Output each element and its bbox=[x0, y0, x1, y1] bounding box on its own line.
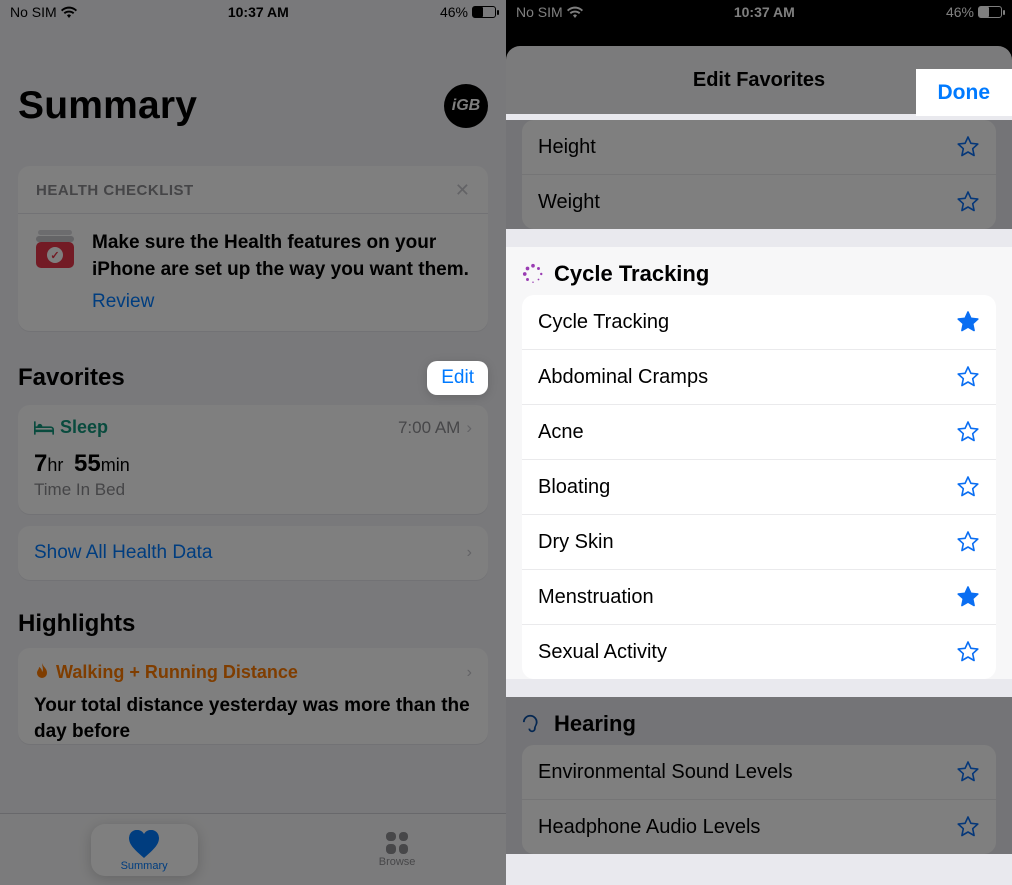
favorite-star-icon[interactable] bbox=[956, 530, 980, 554]
cycle-label: Cycle Tracking bbox=[538, 311, 669, 334]
cycle-label: Acne bbox=[538, 421, 584, 444]
wifi-icon bbox=[567, 6, 583, 18]
chevron-right-icon: › bbox=[467, 544, 472, 562]
sleep-timestamp: 7:00 AM bbox=[398, 418, 460, 438]
health-checklist-text: Make sure the Health features on your iP… bbox=[92, 230, 470, 283]
tab-summary[interactable]: Summary bbox=[91, 824, 198, 876]
favorite-star-icon[interactable] bbox=[956, 310, 980, 334]
bed-icon bbox=[34, 421, 54, 435]
tab-browse[interactable]: Browse bbox=[379, 832, 416, 868]
cycle-row[interactable]: Bloating bbox=[522, 460, 996, 515]
favorites-title: Favorites bbox=[18, 364, 125, 392]
tab-bar: Summary Browse bbox=[0, 813, 506, 885]
cycle-label: Bloating bbox=[538, 476, 610, 499]
cycle-label: Abdominal Cramps bbox=[538, 366, 708, 389]
cycle-label: Sexual Activity bbox=[538, 641, 667, 664]
sleep-label: Sleep bbox=[34, 417, 108, 438]
favorite-star-icon[interactable] bbox=[956, 365, 980, 389]
favorite-star-icon[interactable] bbox=[956, 640, 980, 664]
sleep-duration: 7hr 55min bbox=[34, 450, 472, 478]
battery-icon bbox=[978, 6, 1002, 18]
heart-icon bbox=[129, 830, 159, 858]
status-bar: No SIM 10:37 AM 46% bbox=[506, 0, 1012, 24]
highlight-metric: Walking + Running Distance bbox=[34, 662, 298, 683]
status-time: 10:37 AM bbox=[734, 4, 795, 20]
favorite-star-icon[interactable] bbox=[956, 585, 980, 609]
body-measure-row[interactable]: Weight bbox=[522, 175, 996, 229]
edit-button[interactable]: Edit bbox=[427, 361, 488, 395]
status-time: 10:37 AM bbox=[228, 4, 289, 20]
cycle-row[interactable]: Abdominal Cramps bbox=[522, 350, 996, 405]
hearing-group: Environmental Sound Levels Headphone Audi… bbox=[522, 745, 996, 854]
done-button[interactable]: Done bbox=[916, 69, 1012, 116]
favorite-star-icon[interactable] bbox=[956, 815, 980, 839]
highlight-card[interactable]: Walking + Running Distance › Your total … bbox=[18, 648, 488, 744]
phone-left: No SIM 10:37 AM 46% Summary iGB HEALTH C… bbox=[0, 0, 506, 885]
hearing-row[interactable]: Headphone Audio Levels bbox=[522, 800, 996, 854]
review-link[interactable]: Review bbox=[92, 291, 470, 313]
phone-right: No SIM 10:37 AM 46% Edit Favorites Done … bbox=[506, 0, 1012, 885]
ear-icon bbox=[522, 713, 544, 735]
health-checklist-title: HEALTH CHECKLIST bbox=[36, 182, 194, 199]
hearing-label: Environmental Sound Levels bbox=[538, 761, 793, 784]
hearing-row[interactable]: Environmental Sound Levels bbox=[522, 745, 996, 800]
status-battery-pct: 46% bbox=[946, 4, 974, 20]
favorite-star-icon[interactable] bbox=[956, 190, 980, 214]
avatar[interactable]: iGB bbox=[444, 84, 488, 128]
close-icon[interactable]: ✕ bbox=[455, 180, 470, 201]
status-carrier: No SIM bbox=[516, 4, 563, 20]
chevron-right-icon: › bbox=[466, 418, 472, 438]
status-battery-pct: 46% bbox=[440, 4, 468, 20]
favorite-sleep-card[interactable]: Sleep 7:00 AM › 7hr 55min Time In Bed bbox=[18, 405, 488, 514]
cycle-icon bbox=[522, 263, 544, 285]
time-in-bed-label: Time In Bed bbox=[34, 480, 472, 500]
body-measurements-group: Height Weight bbox=[522, 120, 996, 229]
cycle-tracking-group: Cycle Tracking Abdominal Cramps Acne Bloati… bbox=[522, 295, 996, 679]
favorite-star-icon[interactable] bbox=[956, 475, 980, 499]
flame-icon bbox=[34, 663, 50, 683]
status-bar: No SIM 10:37 AM 46% bbox=[0, 0, 506, 24]
body-measure-label: Height bbox=[538, 136, 596, 159]
hearing-label: Headphone Audio Levels bbox=[538, 816, 760, 839]
show-all-health-data-button[interactable]: Show All Health Data › bbox=[18, 526, 488, 580]
body-measure-label: Weight bbox=[538, 191, 600, 214]
cycle-row[interactable]: Sexual Activity bbox=[522, 625, 996, 679]
favorite-star-icon[interactable] bbox=[956, 760, 980, 784]
battery-icon bbox=[472, 6, 496, 18]
page-title: Summary bbox=[18, 84, 197, 128]
cycle-row[interactable]: Cycle Tracking bbox=[522, 295, 996, 350]
browse-grid-icon bbox=[386, 832, 408, 854]
checklist-stack-icon: ✓ bbox=[36, 230, 76, 268]
cycle-row[interactable]: Menstruation bbox=[522, 570, 996, 625]
body-measure-row[interactable]: Height bbox=[522, 120, 996, 175]
cycle-row[interactable]: Dry Skin bbox=[522, 515, 996, 570]
favorite-star-icon[interactable] bbox=[956, 420, 980, 444]
favorite-star-icon[interactable] bbox=[956, 135, 980, 159]
hearing-heading: Hearing bbox=[506, 697, 1012, 745]
modal-title: Edit Favorites bbox=[693, 69, 825, 92]
cycle-label: Menstruation bbox=[538, 586, 654, 609]
cycle-row[interactable]: Acne bbox=[522, 405, 996, 460]
chevron-right-icon: › bbox=[467, 664, 472, 682]
cycle-label: Dry Skin bbox=[538, 531, 614, 554]
health-checklist-card[interactable]: HEALTH CHECKLIST ✕ ✓ Make sure the Healt… bbox=[18, 166, 488, 331]
highlights-title: Highlights bbox=[18, 610, 488, 638]
status-carrier: No SIM bbox=[10, 4, 57, 20]
cycle-tracking-heading: Cycle Tracking bbox=[506, 247, 1012, 295]
wifi-icon bbox=[61, 6, 77, 18]
highlight-body: Your total distance yesterday was more t… bbox=[34, 693, 472, 744]
